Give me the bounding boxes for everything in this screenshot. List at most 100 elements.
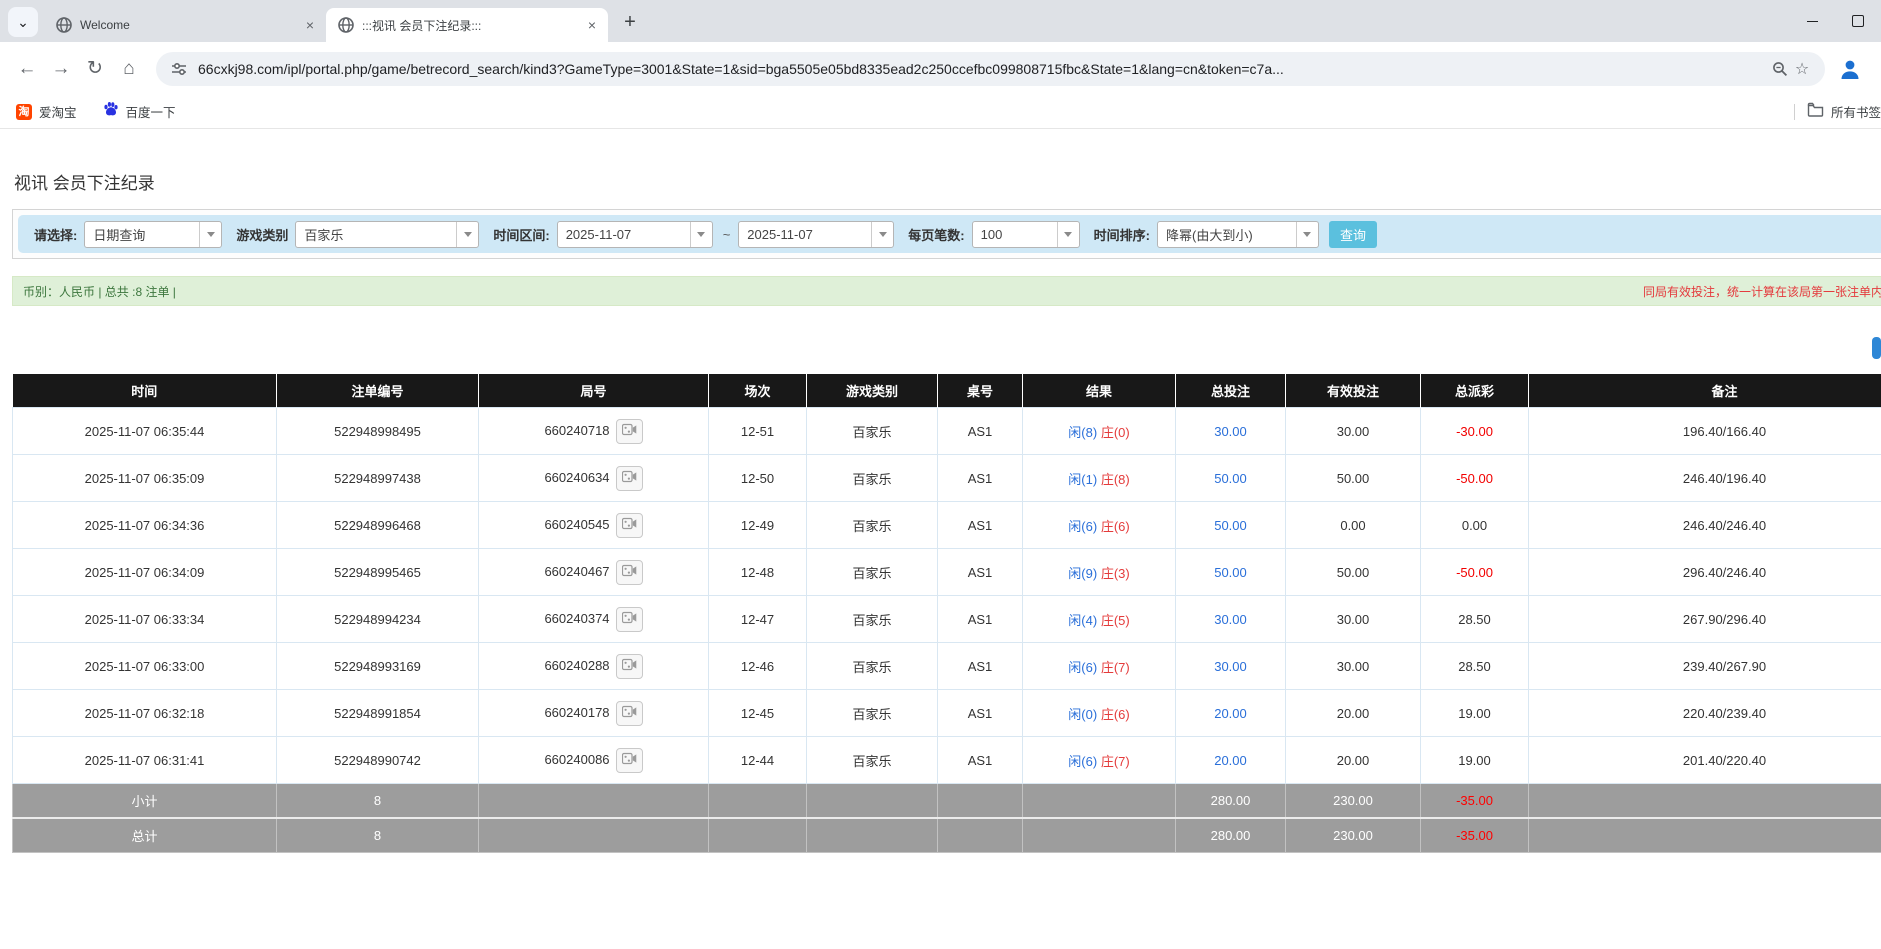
- reload-button[interactable]: ↻: [78, 52, 112, 86]
- round-number: 660240718: [544, 422, 609, 437]
- profile-avatar[interactable]: [1835, 54, 1865, 84]
- bet-table-footer: 小计8280.00230.00-35.00总计8280.00230.00-35.…: [13, 784, 1881, 853]
- cell-game: 百家乐: [807, 690, 938, 737]
- bookmark-star-icon[interactable]: ☆: [1791, 58, 1813, 80]
- bookmark-aitaobao[interactable]: 淘 爱淘宝: [16, 102, 77, 121]
- url-text[interactable]: 66cxkj98.com/ipl/portal.php/game/betreco…: [198, 61, 1761, 77]
- footer-valid-bet: 230.00: [1286, 818, 1421, 853]
- bookmark-label: 爱淘宝: [39, 102, 77, 121]
- video-replay-icon[interactable]: [616, 419, 643, 444]
- total-bet-link[interactable]: 30.00: [1214, 659, 1247, 674]
- browser-toolbar: ← → ↻ ⌂ 66cxkj98.com/ipl/portal.php/game…: [0, 42, 1881, 95]
- result-banker: 庄(3): [1101, 566, 1130, 581]
- url-bar[interactable]: 66cxkj98.com/ipl/portal.php/game/betreco…: [156, 52, 1825, 86]
- browser-tab-strip: ⌄ Welcome × :::视讯 会员下注纪录::: × +: [0, 0, 1881, 42]
- filter-bar: 请选择: 日期查询 游戏类别 百家乐 时间区间: 2025-11-07 ~ 20…: [18, 215, 1881, 253]
- total-bet-link[interactable]: 50.00: [1214, 471, 1247, 486]
- maximize-button[interactable]: [1835, 0, 1881, 42]
- video-replay-icon[interactable]: [616, 701, 643, 726]
- folder-icon: [1807, 102, 1824, 122]
- cell-remark: 246.40/246.40: [1529, 502, 1881, 549]
- browser-tab-welcome[interactable]: Welcome ×: [44, 8, 326, 42]
- total-bet-link[interactable]: 50.00: [1214, 518, 1247, 533]
- table-row: 2025-11-07 06:33:00522948993169660240288…: [13, 643, 1881, 690]
- filter-label-date-range: 时间区间:: [493, 225, 549, 244]
- round-number: 660240374: [544, 610, 609, 625]
- chevron-down-icon: [456, 222, 478, 247]
- sort-select[interactable]: 降幂(由大到小): [1157, 221, 1319, 248]
- forward-button[interactable]: →: [44, 52, 78, 86]
- zoom-icon[interactable]: [1769, 58, 1791, 80]
- total-bet-link[interactable]: 50.00: [1214, 565, 1247, 580]
- cell-bet-id: 522948996468: [277, 502, 479, 549]
- footer-payout: -35.00: [1421, 784, 1529, 819]
- total-bet-link[interactable]: 30.00: [1214, 424, 1247, 439]
- table-row: 2025-11-07 06:35:44522948998495 660240718…: [13, 408, 1881, 455]
- cell-table: AS1: [938, 643, 1023, 690]
- maximize-icon: [1852, 15, 1864, 27]
- cell-round: 660240288: [479, 643, 709, 690]
- site-settings-icon[interactable]: [168, 58, 190, 80]
- video-replay-icon[interactable]: [616, 654, 643, 679]
- cell-valid-bet: 20.00: [1286, 737, 1421, 784]
- back-button[interactable]: ←: [10, 52, 44, 86]
- round-number: 660240178: [544, 704, 609, 719]
- footer-valid-bet: 230.00: [1286, 784, 1421, 819]
- result-player: 闲(6): [1068, 519, 1097, 534]
- video-replay-icon[interactable]: [616, 466, 643, 491]
- cell-table: AS1: [938, 408, 1023, 455]
- video-replay-icon[interactable]: [616, 607, 643, 632]
- video-replay-icon[interactable]: [616, 513, 643, 538]
- page-size-select[interactable]: 100: [972, 221, 1080, 248]
- game-type-select[interactable]: 百家乐: [295, 221, 479, 248]
- chevron-down-icon: [690, 222, 712, 247]
- total-bet-link[interactable]: 20.00: [1214, 753, 1247, 768]
- select-value: 降幂(由大到小): [1158, 225, 1296, 244]
- payout-value: 19.00: [1458, 706, 1491, 721]
- chevron-down-icon: ⌄: [17, 14, 29, 31]
- video-replay-icon[interactable]: [616, 748, 643, 773]
- select-value: 日期查询: [85, 225, 199, 244]
- video-replay-icon[interactable]: [616, 560, 643, 585]
- cell-session: 12-48: [709, 549, 807, 596]
- home-button[interactable]: ⌂: [112, 52, 146, 86]
- browser-tab-betrecord[interactable]: :::视讯 会员下注纪录::: ×: [326, 8, 608, 42]
- cell-time: 2025-11-07 06:34:36: [13, 502, 277, 549]
- result-banker: 庄(6): [1101, 707, 1130, 722]
- date-to-select[interactable]: 2025-11-07: [738, 221, 894, 248]
- search-button[interactable]: 查询: [1329, 221, 1377, 248]
- cell-remark: 201.40/220.40: [1529, 737, 1881, 784]
- summary-currency-text: 币别：人民币 | 总共 :8 注单 |: [23, 283, 176, 300]
- close-icon[interactable]: ×: [584, 17, 600, 33]
- payout-value: -30.00: [1456, 424, 1493, 439]
- cell-game: 百家乐: [807, 455, 938, 502]
- footer-count: 8: [277, 818, 479, 853]
- new-tab-button[interactable]: +: [616, 8, 644, 36]
- column-header: 有效投注: [1286, 374, 1421, 408]
- scrollbar-thumb[interactable]: [1872, 337, 1881, 359]
- result-banker: 庄(5): [1101, 613, 1130, 628]
- column-header: 结果: [1023, 374, 1176, 408]
- cell-bet-id: 522948994234: [277, 596, 479, 643]
- query-type-select[interactable]: 日期查询: [84, 221, 222, 248]
- cell-valid-bet: 30.00: [1286, 643, 1421, 690]
- cell-result: 闲(0) 庄(6): [1023, 690, 1176, 737]
- column-header: 场次: [709, 374, 807, 408]
- tab-search-button[interactable]: ⌄: [8, 7, 38, 37]
- close-icon[interactable]: ×: [302, 17, 318, 33]
- cell-remark: 239.40/267.90: [1529, 643, 1881, 690]
- bookmark-baidu[interactable]: 百度一下: [103, 101, 176, 122]
- cell-bet-id: 522948993169: [277, 643, 479, 690]
- total-bet-link[interactable]: 30.00: [1214, 612, 1247, 627]
- cell-game: 百家乐: [807, 502, 938, 549]
- all-bookmarks[interactable]: 所有书签: [1794, 95, 1881, 128]
- minimize-button[interactable]: [1789, 0, 1835, 42]
- footer-label: 小计: [13, 784, 277, 819]
- cell-time: 2025-11-07 06:35:44: [13, 408, 277, 455]
- cell-session: 12-44: [709, 737, 807, 784]
- total-bet-link[interactable]: 20.00: [1214, 706, 1247, 721]
- date-from-select[interactable]: 2025-11-07: [557, 221, 713, 248]
- cell-bet-id: 522948998495: [277, 408, 479, 455]
- round-number: 660240634: [544, 469, 609, 484]
- result-banker: 庄(7): [1101, 754, 1130, 769]
